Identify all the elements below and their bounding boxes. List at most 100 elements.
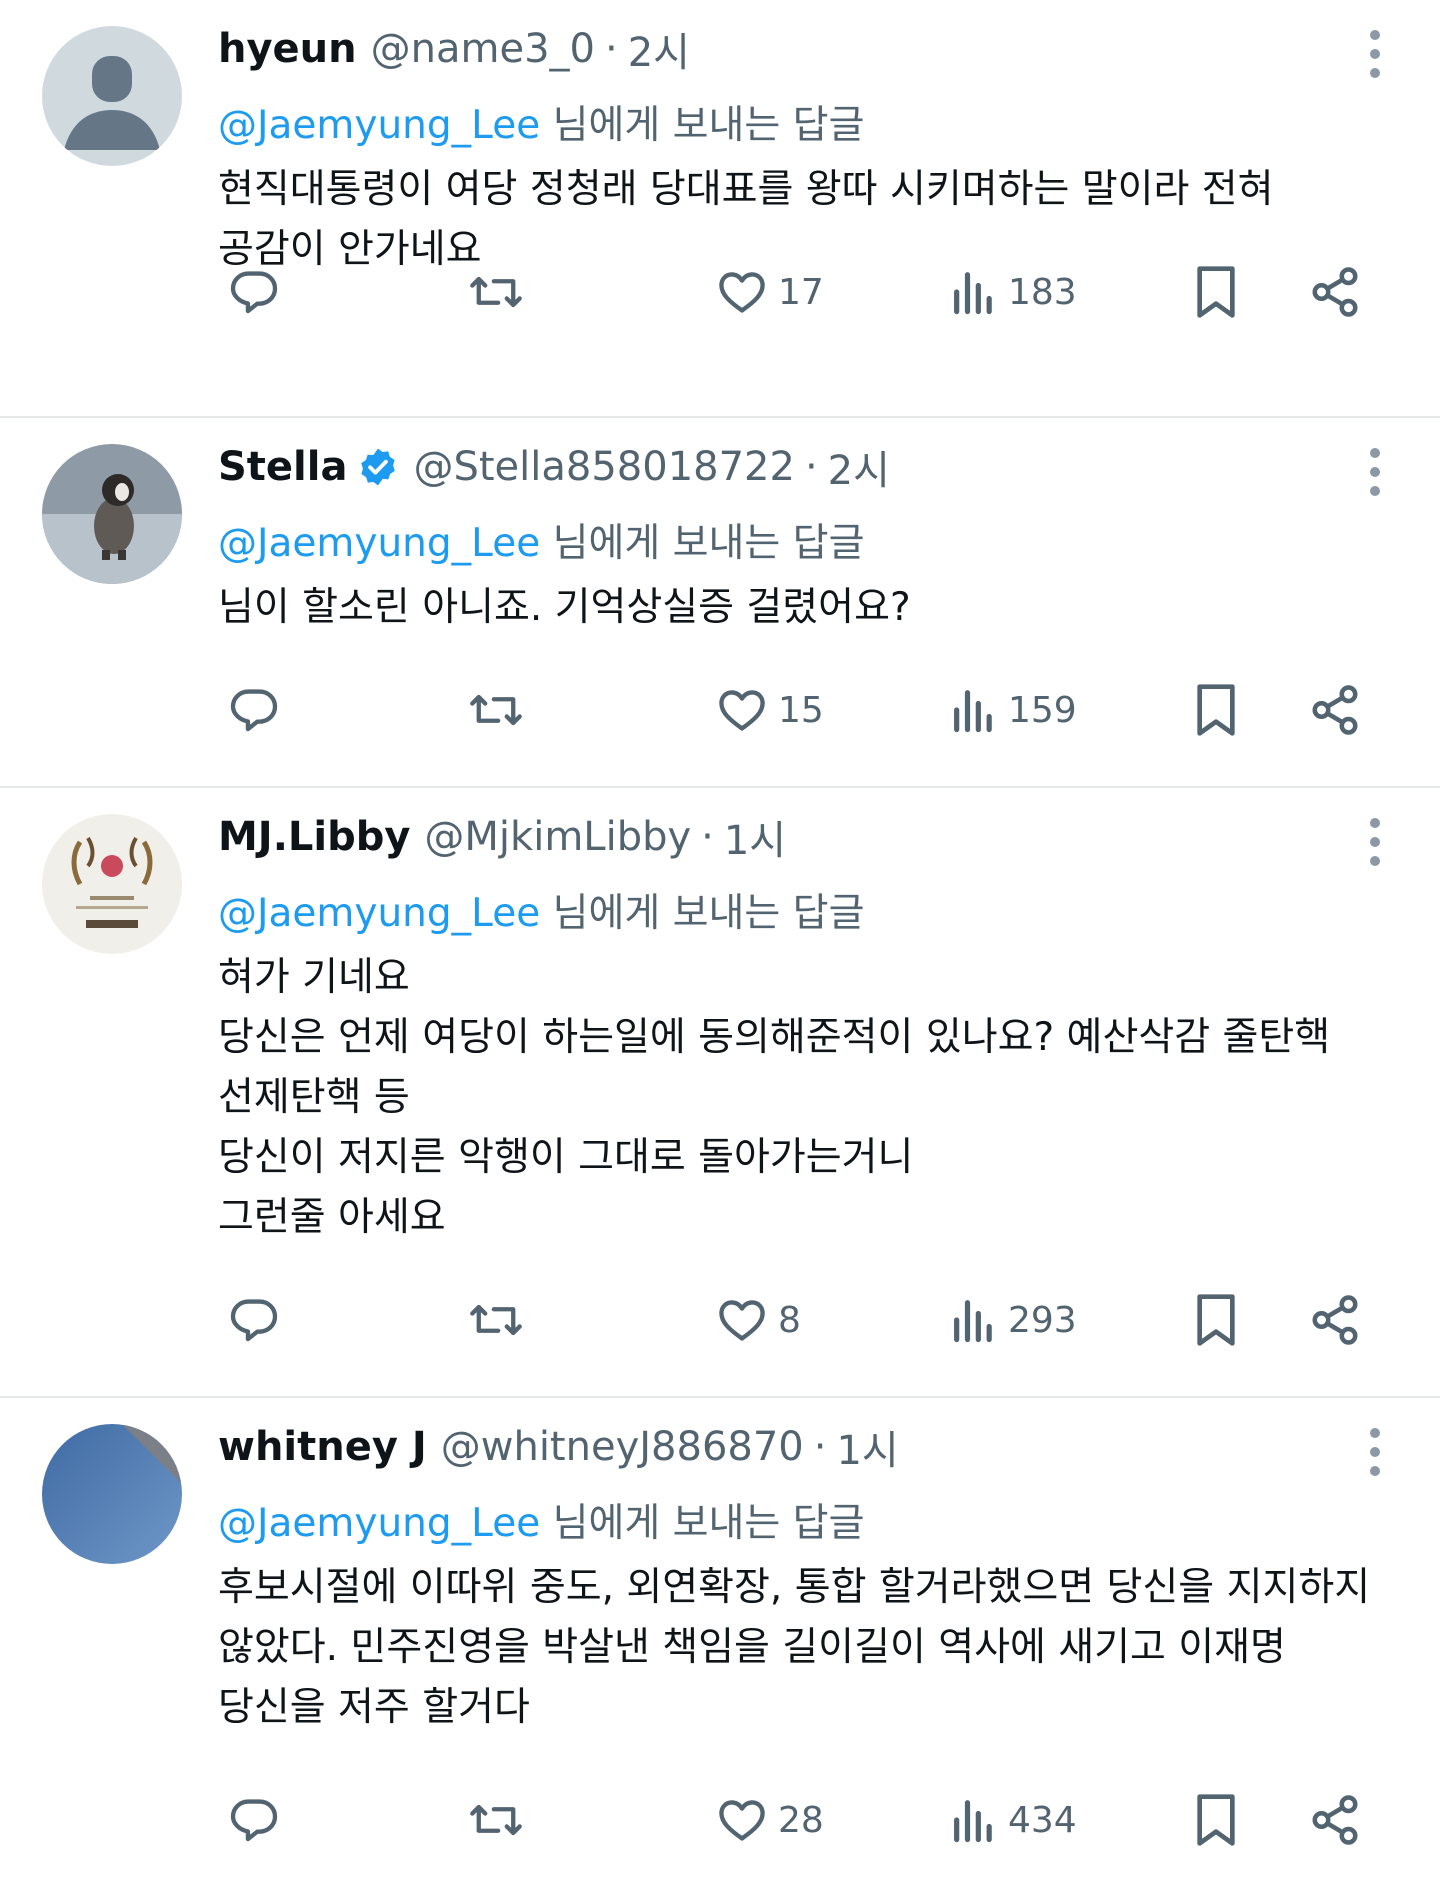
views-icon xyxy=(954,1800,992,1843)
share-icon xyxy=(1312,1295,1358,1345)
reply-label: 님에게 보내는 답글 xyxy=(552,521,865,566)
share-button[interactable] xyxy=(1308,260,1362,324)
tweet-item[interactable]: MJ.Libby @MjkimLibby · 1시 @Jaemyung_Lee … xyxy=(0,788,1440,1398)
separator-dot: · xyxy=(804,444,818,490)
avatar[interactable] xyxy=(42,26,182,166)
tweet-text-line: 후보시절에 이따위 중도, 외연확장, 통합 할거라했으면 당신을 지지하지 xyxy=(218,1565,1371,1610)
tweet-header: MJ.Libby @MjkimLibby · 1시 xyxy=(218,812,786,864)
retweet-button[interactable] xyxy=(468,1788,524,1852)
verified-badge-icon xyxy=(361,448,396,486)
view-count: 159 xyxy=(1008,689,1077,731)
view-count: 434 xyxy=(1008,1799,1077,1841)
tweet-item[interactable]: Stella @Stella858018722 · 2시 @Jaemyung_L… xyxy=(0,418,1440,788)
reply-icon xyxy=(230,1299,278,1342)
views-button[interactable]: 293 xyxy=(950,1288,1077,1352)
tweet-item[interactable]: hyeun @name3_0 · 2시 @Jaemyung_Lee 님에게 보내… xyxy=(0,0,1440,418)
views-button[interactable]: 159 xyxy=(950,678,1077,742)
more-icon[interactable] xyxy=(1368,1428,1382,1476)
more-icon[interactable] xyxy=(1368,818,1382,866)
action-bar: 8 293 xyxy=(0,1288,1440,1352)
bookmark-icon xyxy=(1197,1794,1235,1846)
action-bar: 28 434 xyxy=(0,1788,1440,1852)
mention-link[interactable]: @Jaemyung_Lee xyxy=(218,521,540,566)
display-name[interactable]: hyeun xyxy=(218,26,357,72)
tweet-text-line: 당신을 저주 할거다 xyxy=(218,1685,530,1730)
retweet-icon xyxy=(470,1804,522,1836)
more-icon[interactable] xyxy=(1368,30,1382,78)
tweet-header: Stella @Stella858018722 · 2시 xyxy=(218,442,890,494)
avatar[interactable] xyxy=(42,444,182,584)
timestamp[interactable]: 1시 xyxy=(836,1418,898,1476)
reply-label: 님에게 보내는 답글 xyxy=(552,1501,865,1546)
reply-button[interactable] xyxy=(228,1288,280,1352)
tweet-text-line: 당신은 언제 여당이 하는일에 동의해준적이 있나요? 예산삭감 줄탄핵 xyxy=(218,1015,1331,1060)
view-count: 293 xyxy=(1008,1299,1077,1341)
share-button[interactable] xyxy=(1308,678,1362,742)
user-handle[interactable]: @name3_0 xyxy=(371,26,595,72)
like-button[interactable]: 28 xyxy=(716,1788,824,1852)
bookmark-icon xyxy=(1197,1294,1235,1346)
display-name[interactable]: MJ.Libby xyxy=(218,814,410,860)
user-handle[interactable]: @Stella858018722 xyxy=(413,444,794,490)
display-name[interactable]: whitney J xyxy=(218,1424,427,1470)
like-icon xyxy=(719,272,765,313)
display-name[interactable]: Stella xyxy=(218,444,347,490)
avatar[interactable] xyxy=(42,814,182,954)
bookmark-icon xyxy=(1197,684,1235,736)
reply-button[interactable] xyxy=(228,678,280,742)
timestamp[interactable]: 2시 xyxy=(828,438,890,496)
tweet-text: 님이 할소린 아니죠. 기억상실증 걸렸어요? xyxy=(218,578,1398,638)
like-button[interactable]: 15 xyxy=(716,678,824,742)
separator-dot: · xyxy=(813,1424,827,1470)
bookmark-button[interactable] xyxy=(1192,678,1240,742)
like-button[interactable]: 8 xyxy=(716,1288,801,1352)
like-count: 8 xyxy=(778,1299,801,1341)
avatar[interactable] xyxy=(42,1424,182,1564)
bookmark-button[interactable] xyxy=(1192,1288,1240,1352)
tweet-text-line: 현직대통령이 여당 정청래 당대표를 왕따 시키며하는 말이라 전혀 xyxy=(218,167,1274,212)
retweet-icon xyxy=(470,276,522,308)
reply-icon xyxy=(230,271,278,314)
retweet-button[interactable] xyxy=(468,1288,524,1352)
user-handle[interactable]: @whitneyJ886870 xyxy=(441,1424,804,1470)
mention-link[interactable]: @Jaemyung_Lee xyxy=(218,103,540,148)
share-icon xyxy=(1312,267,1358,317)
bookmark-icon xyxy=(1197,266,1235,318)
tweet-text-line: 혀가 기네요 xyxy=(218,955,410,1000)
reply-label: 님에게 보내는 답글 xyxy=(552,891,865,936)
mention-link[interactable]: @Jaemyung_Lee xyxy=(218,1501,540,1546)
more-icon[interactable] xyxy=(1368,448,1382,496)
separator-dot: · xyxy=(604,26,618,72)
like-icon xyxy=(719,690,765,731)
bookmark-button[interactable] xyxy=(1192,260,1240,324)
retweet-button[interactable] xyxy=(468,678,524,742)
like-button[interactable]: 17 xyxy=(716,260,824,324)
timestamp[interactable]: 2시 xyxy=(628,20,690,78)
tweet-text-line: 당신이 저지른 악행이 그대로 돌아가는거니 xyxy=(218,1135,914,1180)
mention-link[interactable]: @Jaemyung_Lee xyxy=(218,891,540,936)
action-bar: 17 183 xyxy=(0,260,1440,324)
views-icon xyxy=(954,690,992,733)
tweet-item[interactable]: whitney J @whitneyJ886870 · 1시 @Jaemyung… xyxy=(0,1398,1440,1880)
timestamp[interactable]: 1시 xyxy=(724,808,786,866)
views-button[interactable]: 183 xyxy=(950,260,1077,324)
retweet-icon xyxy=(470,694,522,726)
tweet-text-line: 그런줄 아세요 xyxy=(218,1195,446,1240)
separator-dot: · xyxy=(701,814,714,860)
views-button[interactable]: 434 xyxy=(950,1788,1077,1852)
like-count: 17 xyxy=(778,271,824,313)
share-icon xyxy=(1312,1795,1358,1845)
action-bar: 15 159 xyxy=(0,678,1440,742)
share-icon xyxy=(1312,685,1358,735)
reply-button[interactable] xyxy=(228,1788,280,1852)
user-handle[interactable]: @MjkimLibby xyxy=(424,814,691,860)
reply-button[interactable] xyxy=(228,260,280,324)
view-count: 183 xyxy=(1008,271,1077,313)
retweet-button[interactable] xyxy=(468,260,524,324)
like-icon xyxy=(719,1800,765,1841)
share-button[interactable] xyxy=(1308,1788,1362,1852)
bookmark-button[interactable] xyxy=(1192,1788,1240,1852)
views-icon xyxy=(954,1300,992,1343)
share-button[interactable] xyxy=(1308,1288,1362,1352)
reply-context: @Jaemyung_Lee 님에게 보내는 답글 xyxy=(218,1492,864,1548)
